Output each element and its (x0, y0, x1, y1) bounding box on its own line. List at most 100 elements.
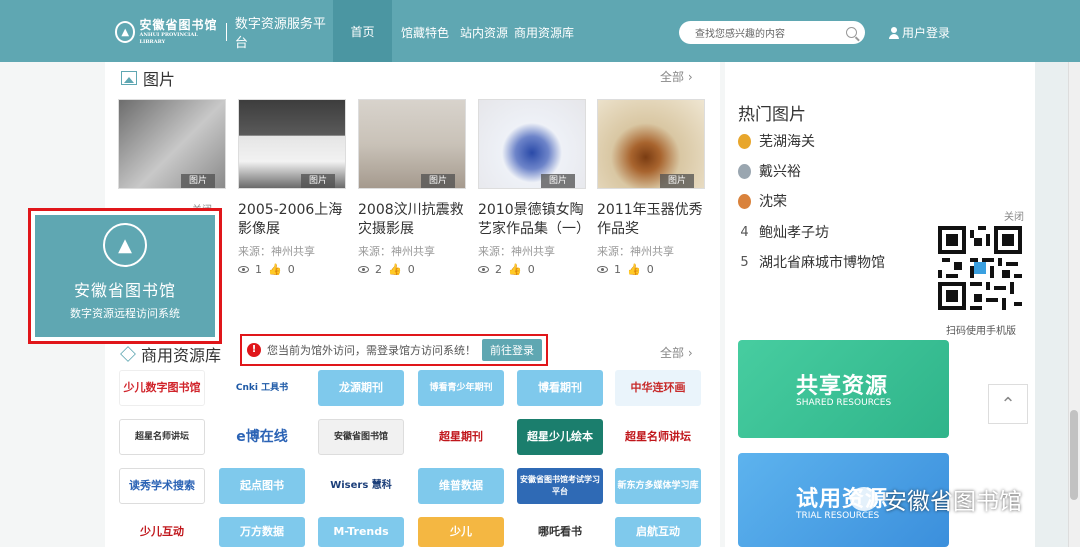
search-icon[interactable] (846, 27, 857, 38)
pictures-view-all-link[interactable]: 全部 › (660, 68, 693, 85)
hot-picture-item[interactable]: 4 鲍灿孝子坊 (738, 222, 829, 242)
nav-home[interactable]: 首页 (333, 0, 392, 62)
notice-text: 您当前为馆外访问，需登录馆方访问系统！ (267, 344, 476, 357)
commercial-view-all-link[interactable]: 全部 › (660, 344, 693, 361)
bronze-medal-icon (738, 193, 751, 209)
database-tile[interactable]: 龙源期刊 (318, 370, 404, 406)
picture-title[interactable]: 2005-2006上海影像展 (238, 201, 346, 239)
database-tile[interactable]: 博看期刊 (517, 370, 603, 406)
thumbs-up-icon[interactable]: 👍 (627, 263, 641, 276)
nav-collection-features[interactable]: 馆藏特色 (401, 24, 449, 41)
eye-icon (597, 266, 608, 273)
picture-title[interactable]: 2008汶川抗震救灾摄影展 (358, 201, 466, 239)
database-tile[interactable]: 超星期刊 (418, 419, 504, 455)
logo-subtitle: ANHUI PROVINCIAL LIBRARY (139, 32, 198, 45)
picture-type-tag: 图片 (421, 174, 455, 188)
platform-name: 数字资源服务平台 (234, 17, 326, 51)
database-tile[interactable]: 启航互动 (615, 517, 701, 547)
picture-type-tag: 图片 (181, 174, 215, 188)
picture-card[interactable]: 图片 2010景德镇女陶艺家作品集（一） 来源：神州共享 2 👍 0 (478, 99, 590, 276)
thumbs-up-icon[interactable]: 👍 (388, 263, 402, 276)
search-box[interactable]: 查找您感兴趣的内容 (679, 21, 865, 44)
database-tile[interactable]: 哪吒看书 (517, 517, 603, 547)
picture-thumbnail[interactable]: 图片 (118, 99, 226, 189)
picture-thumbnail[interactable]: 图片 (478, 99, 586, 189)
remote-access-popup[interactable]: ▲ 安徽省图书馆 数字资源远程访问系统 (28, 208, 222, 344)
hot-picture-item[interactable]: 沈荣 (738, 191, 787, 211)
offsite-access-notice: ! 您当前为馆外访问，需登录馆方访问系统！ 前往登录 (240, 334, 548, 366)
library-emblem-icon: ▲ (103, 223, 147, 267)
picture-stats: 2 👍 0 (478, 263, 586, 276)
chevron-up-icon: ⌃ (1000, 393, 1016, 415)
database-tile[interactable]: 万方数据 (219, 517, 305, 547)
silver-medal-icon (738, 163, 751, 179)
search-input[interactable]: 查找您感兴趣的内容 (695, 25, 846, 40)
picture-source: 来源：神州共享 (597, 245, 674, 258)
warning-icon: ! (247, 343, 261, 357)
picture-card[interactable]: 图片 2005-2006上海影像展 来源：神州共享 1 👍 0 (238, 99, 346, 276)
database-tile[interactable]: 超星名师讲坛 (615, 419, 701, 455)
picture-source: 来源：神州共享 (478, 245, 555, 258)
database-tile[interactable]: M-Trends (318, 517, 404, 547)
login-button[interactable]: 用户登录 (889, 24, 950, 41)
nav-site-resources[interactable]: 站内资源 (460, 24, 508, 41)
picture-card[interactable]: 图片 (118, 99, 226, 189)
user-icon (889, 26, 899, 39)
database-tile[interactable]: 安徽省图书馆考试学习平台 (517, 468, 603, 504)
logo-divider (225, 23, 227, 41)
hot-picture-item[interactable]: 5 湖北省麻城市博物馆 (738, 252, 885, 272)
database-tile[interactable]: 少儿 (418, 517, 504, 547)
qr-caption: 扫码使用手机版 (946, 326, 1016, 337)
scrollbar-thumb[interactable] (1070, 410, 1078, 500)
picture-thumbnail[interactable]: 图片 (597, 99, 705, 189)
logo-title: 安徽省图书馆 (139, 18, 218, 32)
remote-access-subtitle: 数字资源远程访问系统 (70, 307, 180, 320)
back-to-top-button[interactable]: ⌃ (988, 384, 1028, 424)
eye-icon (358, 266, 369, 273)
pictures-section-title: 图片 (121, 66, 175, 90)
nav-commercial-databases[interactable]: 商用资源库 (514, 24, 574, 41)
database-tile[interactable]: 安徽省图书馆 (318, 419, 404, 455)
gold-medal-icon (738, 133, 751, 149)
remote-access-title: 安徽省图书馆 (73, 281, 176, 300)
picture-card[interactable]: 图片 2008汶川抗震救灾摄影展 来源：神州共享 2 👍 0 (358, 99, 466, 276)
picture-title[interactable]: 2010景德镇女陶艺家作品集（一） (478, 201, 590, 239)
database-tile[interactable]: 少儿互动 (119, 517, 205, 547)
thumbs-up-icon[interactable]: 👍 (508, 263, 522, 276)
hot-picture-item[interactable]: 戴兴裕 (738, 161, 801, 181)
qr-close-link[interactable]: 关闭 (1004, 208, 1024, 223)
thumbs-up-icon[interactable]: 👍 (268, 263, 282, 276)
picture-card[interactable]: 图片 2011年玉器优秀作品奖 来源：神州共享 1 👍 0 (597, 99, 705, 276)
picture-source: 来源：神州共享 (358, 245, 435, 258)
database-tile[interactable]: 超星少儿绘本 (517, 419, 603, 455)
database-tile[interactable]: 少儿数字图书馆 (119, 370, 205, 406)
database-tile[interactable]: 读秀学术搜索 (119, 468, 205, 504)
database-tile[interactable]: 新东方多媒体学习库 (615, 468, 701, 504)
picture-thumbnail[interactable]: 图片 (358, 99, 466, 189)
hot-picture-item[interactable]: 芜湖海关 (738, 131, 815, 151)
database-tile[interactable]: 维普数据 (418, 468, 504, 504)
database-tile[interactable]: 中华连环画 (615, 370, 701, 406)
database-tile[interactable]: Cnki 工具书 (219, 370, 305, 406)
picture-type-tag: 图片 (301, 174, 335, 188)
remote-access-card[interactable]: ▲ 安徽省图书馆 数字资源远程访问系统 (35, 215, 215, 337)
picture-title[interactable]: 2011年玉器优秀作品奖 (597, 201, 705, 239)
go-login-button[interactable]: 前往登录 (482, 339, 542, 361)
shared-resources-title: 共享资源 (796, 374, 889, 399)
picture-thumbnail[interactable]: 图片 (238, 99, 346, 189)
shared-resources-banner[interactable]: 共享资源 SHARED RESOURCES (738, 340, 949, 438)
database-tile[interactable]: 起点图书 (219, 468, 305, 504)
database-tile[interactable]: 博看青少年期刊 (418, 370, 504, 406)
hot-pictures-title: 热门图片 (738, 105, 806, 125)
cube-icon (120, 346, 136, 362)
wechat-watermark: 安徽省图书馆 (850, 482, 1022, 516)
database-tile[interactable]: Wisers 慧科 (318, 468, 404, 504)
library-emblem-icon: ▲ (115, 21, 136, 43)
database-tile[interactable]: e博在线 (219, 419, 305, 455)
site-logo[interactable]: ▲ 安徽省图书馆 ANHUI PROVINCIAL LIBRARY 数字资源服务… (115, 17, 330, 51)
database-tile[interactable]: 超星名师讲坛 (119, 419, 205, 455)
picture-stats: 1 👍 0 (238, 263, 346, 276)
picture-type-tag: 图片 (541, 174, 575, 188)
shared-resources-subtitle: SHARED RESOURCES (796, 398, 892, 408)
login-label: 用户登录 (902, 26, 951, 40)
